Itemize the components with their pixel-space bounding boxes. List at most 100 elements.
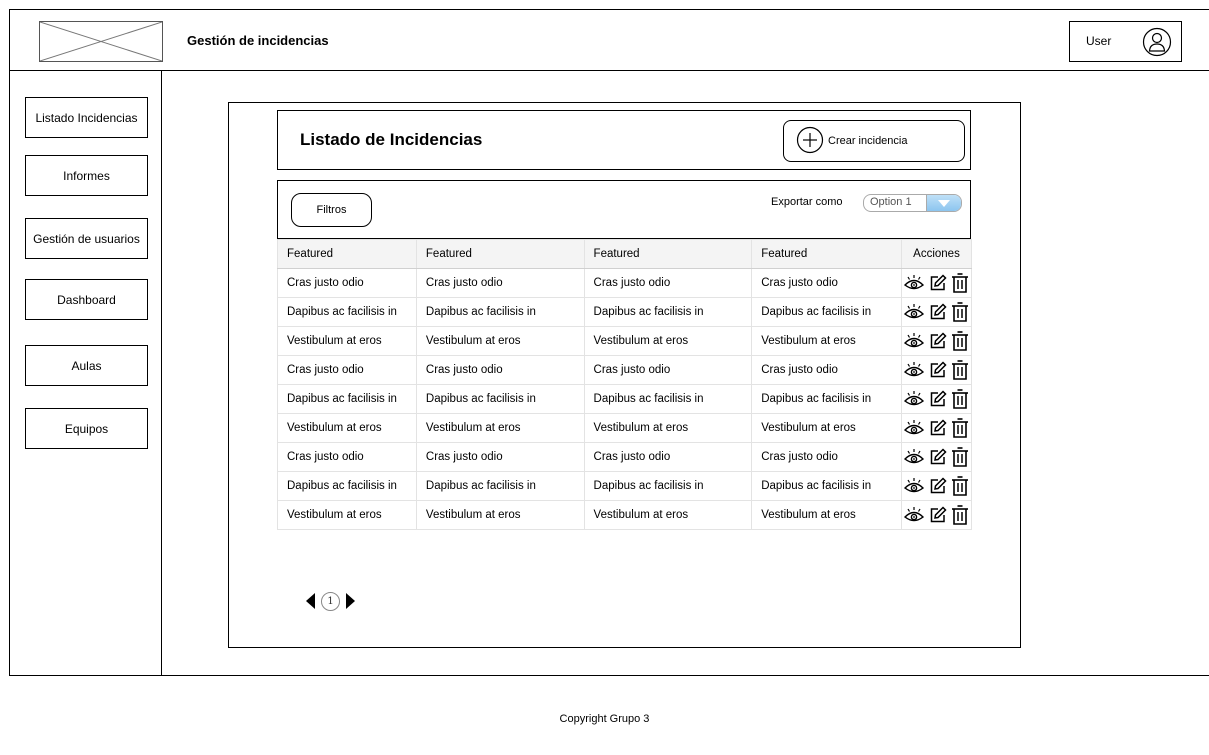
table-toolbar: Filtros Exportar como Option 1	[277, 180, 971, 239]
table-row[interactable]: Vestibulum at eros Vestibulum at eros Vest…	[277, 500, 973, 530]
view-icon[interactable]	[903, 419, 925, 437]
table-row[interactable]: Dapibus ac facilisis in Dapibus ac facili…	[277, 384, 973, 414]
footer-copyright: Copyright Grupo 3	[559, 713, 650, 725]
view-icon[interactable]	[903, 390, 925, 408]
table-cell: Cras justo odio	[583, 355, 753, 385]
trash-icon[interactable]	[951, 418, 969, 438]
edit-icon[interactable]	[929, 332, 948, 350]
image-placeholder-icon	[40, 22, 162, 61]
sidebar-item-gestion-usuarios[interactable]: Gestión de usuarios	[25, 218, 148, 259]
export-format-select[interactable]: Option 1	[863, 194, 962, 212]
view-icon[interactable]	[903, 506, 925, 524]
create-incident-button[interactable]: Crear incidencia	[783, 120, 965, 162]
edit-icon[interactable]	[929, 448, 948, 466]
edit-icon[interactable]	[929, 419, 948, 437]
table-cell: Dapibus ac facilisis in	[277, 384, 417, 414]
table-cell: Vestibulum at eros	[583, 413, 753, 443]
table-cell: Dapibus ac facilisis in	[751, 297, 902, 327]
table-cell: Dapibus ac facilisis in	[415, 471, 585, 501]
column-header[interactable]: Featured	[583, 239, 753, 269]
table-row[interactable]: Cras justo odio Cras justo odio Cras justo…	[277, 268, 973, 298]
export-label: Exportar como	[771, 196, 843, 208]
app-title: Gestión de incidencias	[187, 33, 329, 48]
sidebar-item-aulas[interactable]: Aulas	[25, 345, 148, 386]
row-actions	[900, 355, 973, 385]
sidebar-divider	[161, 70, 162, 676]
sidebar-item-listado-incidencias[interactable]: Listado Incidencias	[25, 97, 148, 138]
row-actions	[900, 442, 973, 472]
column-header[interactable]: Featured	[415, 239, 585, 269]
trash-icon[interactable]	[951, 331, 969, 351]
table-cell: Vestibulum at eros	[277, 326, 417, 356]
pagination: 1	[306, 590, 355, 612]
view-icon[interactable]	[903, 361, 925, 379]
chevron-down-icon	[926, 195, 961, 211]
table-cell: Dapibus ac facilisis in	[583, 384, 753, 414]
table-cell: Cras justo odio	[415, 355, 585, 385]
export-format-value: Option 1	[870, 196, 912, 208]
row-actions	[900, 268, 973, 298]
table-cell: Cras justo odio	[415, 268, 585, 298]
table-cell: Vestibulum at eros	[751, 326, 902, 356]
table-cell: Dapibus ac facilisis in	[277, 297, 417, 327]
sidebar-item-dashboard[interactable]: Dashboard	[25, 279, 148, 320]
table-cell: Cras justo odio	[751, 442, 902, 472]
page-number[interactable]: 1	[321, 591, 340, 611]
trash-icon[interactable]	[951, 360, 969, 380]
row-actions	[900, 297, 973, 327]
table-cell: Vestibulum at eros	[415, 326, 585, 356]
filters-button[interactable]: Filtros	[291, 193, 372, 227]
trash-icon[interactable]	[951, 447, 969, 467]
table-header-row: Featured Featured Featured Featured Acci…	[277, 239, 973, 269]
plus-circle-icon	[796, 126, 824, 157]
view-icon[interactable]	[903, 477, 925, 495]
user-label: User	[1086, 34, 1112, 48]
table-row[interactable]: Vestibulum at eros Vestibulum at eros Vest…	[277, 413, 973, 443]
sidebar-item-equipos[interactable]: Equipos	[25, 408, 148, 449]
trash-icon[interactable]	[951, 505, 969, 525]
table-cell: Cras justo odio	[583, 268, 753, 298]
edit-icon[interactable]	[929, 274, 948, 292]
table-cell: Cras justo odio	[277, 442, 417, 472]
page-title: Listado de Incidencias	[300, 130, 483, 149]
table-cell: Vestibulum at eros	[751, 413, 902, 443]
table-cell: Dapibus ac facilisis in	[751, 384, 902, 414]
table-cell: Vestibulum at eros	[751, 500, 902, 530]
row-actions	[900, 471, 973, 501]
view-icon[interactable]	[903, 448, 925, 466]
view-icon[interactable]	[903, 274, 925, 292]
edit-icon[interactable]	[929, 303, 948, 321]
table-row[interactable]: Cras justo odio Cras justo odio Cras justo…	[277, 355, 973, 385]
trash-icon[interactable]	[951, 302, 969, 322]
frame-border-left	[9, 9, 10, 676]
next-page-icon[interactable]	[346, 593, 355, 609]
row-actions	[900, 384, 973, 414]
logo-placeholder	[39, 21, 163, 62]
table-row[interactable]: Dapibus ac facilisis in Dapibus ac facili…	[277, 297, 973, 327]
user-menu[interactable]: User	[1069, 21, 1182, 62]
view-icon[interactable]	[903, 303, 925, 321]
view-icon[interactable]	[903, 332, 925, 350]
edit-icon[interactable]	[929, 390, 948, 408]
trash-icon[interactable]	[951, 476, 969, 496]
create-incident-label: Crear incidencia	[828, 135, 908, 147]
table-cell: Dapibus ac facilisis in	[415, 297, 585, 327]
sidebar-item-informes[interactable]: Informes	[25, 155, 148, 196]
edit-icon[interactable]	[929, 477, 948, 495]
table-row[interactable]: Cras justo odio Cras justo odio Cras justo…	[277, 442, 973, 472]
column-header[interactable]: Featured	[751, 239, 902, 269]
table-cell: Cras justo odio	[751, 268, 902, 298]
table-cell: Dapibus ac facilisis in	[751, 471, 902, 501]
previous-page-icon[interactable]	[306, 593, 315, 609]
table-row[interactable]: Dapibus ac facilisis in Dapibus ac facili…	[277, 471, 973, 501]
table-cell: Cras justo odio	[415, 442, 585, 472]
trash-icon[interactable]	[951, 273, 969, 293]
list-header: Listado de Incidencias Crear incidencia	[277, 110, 971, 170]
edit-icon[interactable]	[929, 361, 948, 379]
edit-icon[interactable]	[929, 506, 948, 524]
table-row[interactable]: Vestibulum at eros Vestibulum at eros Vest…	[277, 326, 973, 356]
row-actions	[900, 500, 973, 530]
column-header[interactable]: Featured	[277, 239, 417, 269]
incidents-table: Featured Featured Featured Featured Acci…	[277, 239, 973, 530]
trash-icon[interactable]	[951, 389, 969, 409]
